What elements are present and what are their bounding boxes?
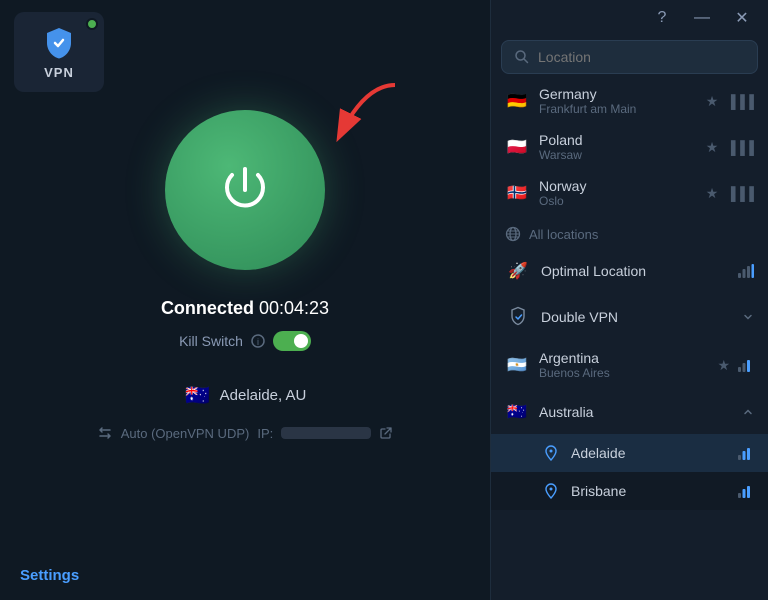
adelaide-item[interactable]: Adelaide [491,434,768,472]
chevron-up-icon [742,406,754,418]
poland-signal-icon: ▐▐▐ [726,140,754,155]
double-vpn-item[interactable]: Double VPN [491,294,768,340]
vpn-label: VPN [44,65,74,80]
poland-city: Warsaw [539,148,696,162]
australia-flag-icon: 🇦🇺 [505,400,529,424]
argentina-signal-icon [738,358,754,372]
pin-icon-2 [544,483,558,499]
status-dot [86,18,98,30]
left-panel: VPN Connected 00:04:23 Kill Switch i [0,0,490,600]
norway-country: Norway [539,178,696,194]
poland-text: Poland Warsaw [539,132,696,162]
argentina-item[interactable]: 🇦🇷 Argentina Buenos Aires ★ [491,340,768,390]
settings-link[interactable]: Settings [20,567,79,584]
vpn-shield-icon [41,25,77,61]
germany-star-icon[interactable]: ★ [706,93,719,110]
poland-flag-icon: 🇵🇱 [505,135,529,159]
transfer-icon [97,425,113,441]
kill-switch-row: Kill Switch i [179,331,311,351]
location-name: Adelaide, AU [220,387,307,404]
search-input[interactable] [538,49,745,65]
all-locations-header: All locations [491,216,768,248]
chevron-down-icon [742,311,754,323]
toggle-knob [294,334,308,348]
window-controls: ? — ✕ [642,0,768,36]
vpn-icon-card: VPN [14,12,104,92]
all-locations-label: All locations [529,227,598,242]
close-button[interactable]: ✕ [722,0,762,36]
australia-item[interactable]: 🇦🇺 Australia [491,390,768,434]
germany-flag-icon: 🇩🇪 [505,89,529,113]
recent-poland[interactable]: 🇵🇱 Poland Warsaw ★ ▐▐▐ [491,124,768,170]
poland-country: Poland [539,132,696,148]
argentina-actions: ★ [717,357,754,374]
recent-norway[interactable]: 🇳🇴 Norway Oslo ★ ▐▐▐ [491,170,768,216]
argentina-flag-icon: 🇦🇷 [505,353,529,377]
adelaide-signal-icon [738,446,754,460]
signal-bars-icon [738,264,754,278]
current-location: 🇦🇺 Adelaide, AU [184,381,307,409]
globe-icon [505,226,521,242]
poland-star-icon[interactable]: ★ [706,139,719,156]
optimal-location-item[interactable]: 🚀 Optimal Location [491,248,768,294]
ip-label: IP: [257,426,273,441]
protocol-label: Auto (OpenVPN UDP) [121,426,250,441]
argentina-city: Buenos Aires [539,366,707,380]
brisbane-signal-icon [738,484,754,498]
rocket-icon: 🚀 [505,258,531,284]
norway-text: Norway Oslo [539,178,696,208]
minimize-button[interactable]: — [682,0,722,36]
help-button[interactable]: ? [642,0,682,36]
adelaide-label: Adelaide [571,445,728,461]
germany-country: Germany [539,86,696,102]
australia-chevron [742,406,754,418]
search-bar [501,40,758,74]
right-panel: ? — ✕ 🇩🇪 Germany Frankfurt am Main ★ ▐▐▐… [490,0,768,600]
shield-double-icon [507,306,529,328]
norway-signal-icon: ▐▐▐ [726,186,754,201]
double-vpn-icon [505,304,531,330]
optimal-location-label: Optimal Location [541,263,728,279]
double-vpn-chevron [742,311,754,323]
norway-flag-icon: 🇳🇴 [505,181,529,205]
kill-switch-toggle[interactable] [273,331,311,351]
power-icon [210,155,280,225]
germany-city: Frankfurt am Main [539,102,696,116]
connection-status: Connected 00:04:23 [161,298,329,319]
germany-text: Germany Frankfurt am Main [539,86,696,116]
optimal-signal-icon [738,264,754,278]
location-pin-icon [541,443,561,463]
germany-actions: ★ ▐▐▐ [706,93,754,110]
poland-actions: ★ ▐▐▐ [706,139,754,156]
norway-actions: ★ ▐▐▐ [706,185,754,202]
brisbane-pin-icon [541,481,561,501]
external-link-icon [379,426,393,440]
timer-display: 00:04:23 [259,298,329,318]
brisbane-label: Brisbane [571,483,728,499]
germany-signal-icon: ▐▐▐ [726,94,754,109]
argentina-star-icon[interactable]: ★ [717,357,730,374]
norway-city: Oslo [539,194,696,208]
location-list: 🇩🇪 Germany Frankfurt am Main ★ ▐▐▐ 🇵🇱 Po… [491,74,768,600]
protocol-bar: Auto (OpenVPN UDP) IP: [97,425,394,441]
red-arrow-icon [285,80,405,160]
power-button-wrap [165,110,325,270]
argentina-country: Argentina [539,350,707,366]
search-icon [514,49,530,65]
brisbane-item[interactable]: Brisbane [491,472,768,510]
australia-label: Australia [539,404,732,420]
recent-germany[interactable]: 🇩🇪 Germany Frankfurt am Main ★ ▐▐▐ [491,78,768,124]
ip-address [281,427,371,439]
pin-icon [544,445,558,461]
au-flag-icon: 🇦🇺 [184,381,212,409]
connected-label: Connected [161,298,254,318]
double-vpn-label: Double VPN [541,309,732,325]
info-icon: i [251,334,265,348]
kill-switch-label: Kill Switch [179,333,243,349]
norway-star-icon[interactable]: ★ [706,185,719,202]
argentina-text: Argentina Buenos Aires [539,350,707,380]
svg-text:i: i [257,337,259,347]
